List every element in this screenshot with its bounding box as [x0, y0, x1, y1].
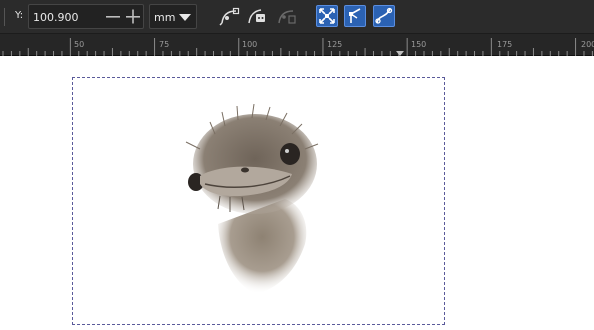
- y-coordinate-value[interactable]: 100.900: [33, 11, 79, 24]
- chevron-down-icon: [179, 14, 191, 21]
- ruler-label: 200: [581, 40, 594, 49]
- ruler-label: 75: [159, 40, 170, 49]
- ruler-label: 125: [327, 40, 343, 49]
- path-mask-icon[interactable]: [246, 5, 268, 27]
- smooth-node-icon[interactable]: [373, 5, 395, 27]
- corner-node-icon[interactable]: [344, 5, 366, 27]
- property-toolbar: Y: 100.900 mm: [0, 0, 594, 34]
- unit-value: mm: [154, 11, 176, 24]
- y-coordinate-label: Y:: [15, 10, 24, 21]
- path-node-icon[interactable]: [218, 5, 240, 27]
- horizontal-ruler[interactable]: 50 75 100 125 150 175 200: [0, 34, 594, 56]
- path-node-disabled-icon: [275, 5, 297, 27]
- minus-icon[interactable]: [105, 8, 121, 25]
- ruler-label: 100: [242, 40, 258, 49]
- unit-dropdown[interactable]: mm: [149, 4, 197, 29]
- drawing-canvas[interactable]: [0, 56, 594, 330]
- ruler-label: 50: [74, 40, 85, 49]
- ruler-label: 175: [497, 40, 513, 49]
- plus-icon[interactable]: [125, 8, 141, 25]
- y-coordinate-spinbox[interactable]: 100.900: [28, 4, 144, 29]
- transform-arrows-icon[interactable]: [316, 5, 338, 27]
- toolbar-separator: [0, 8, 5, 26]
- ostrich-head-icon[interactable]: [160, 104, 330, 304]
- ruler-label: 150: [411, 40, 427, 49]
